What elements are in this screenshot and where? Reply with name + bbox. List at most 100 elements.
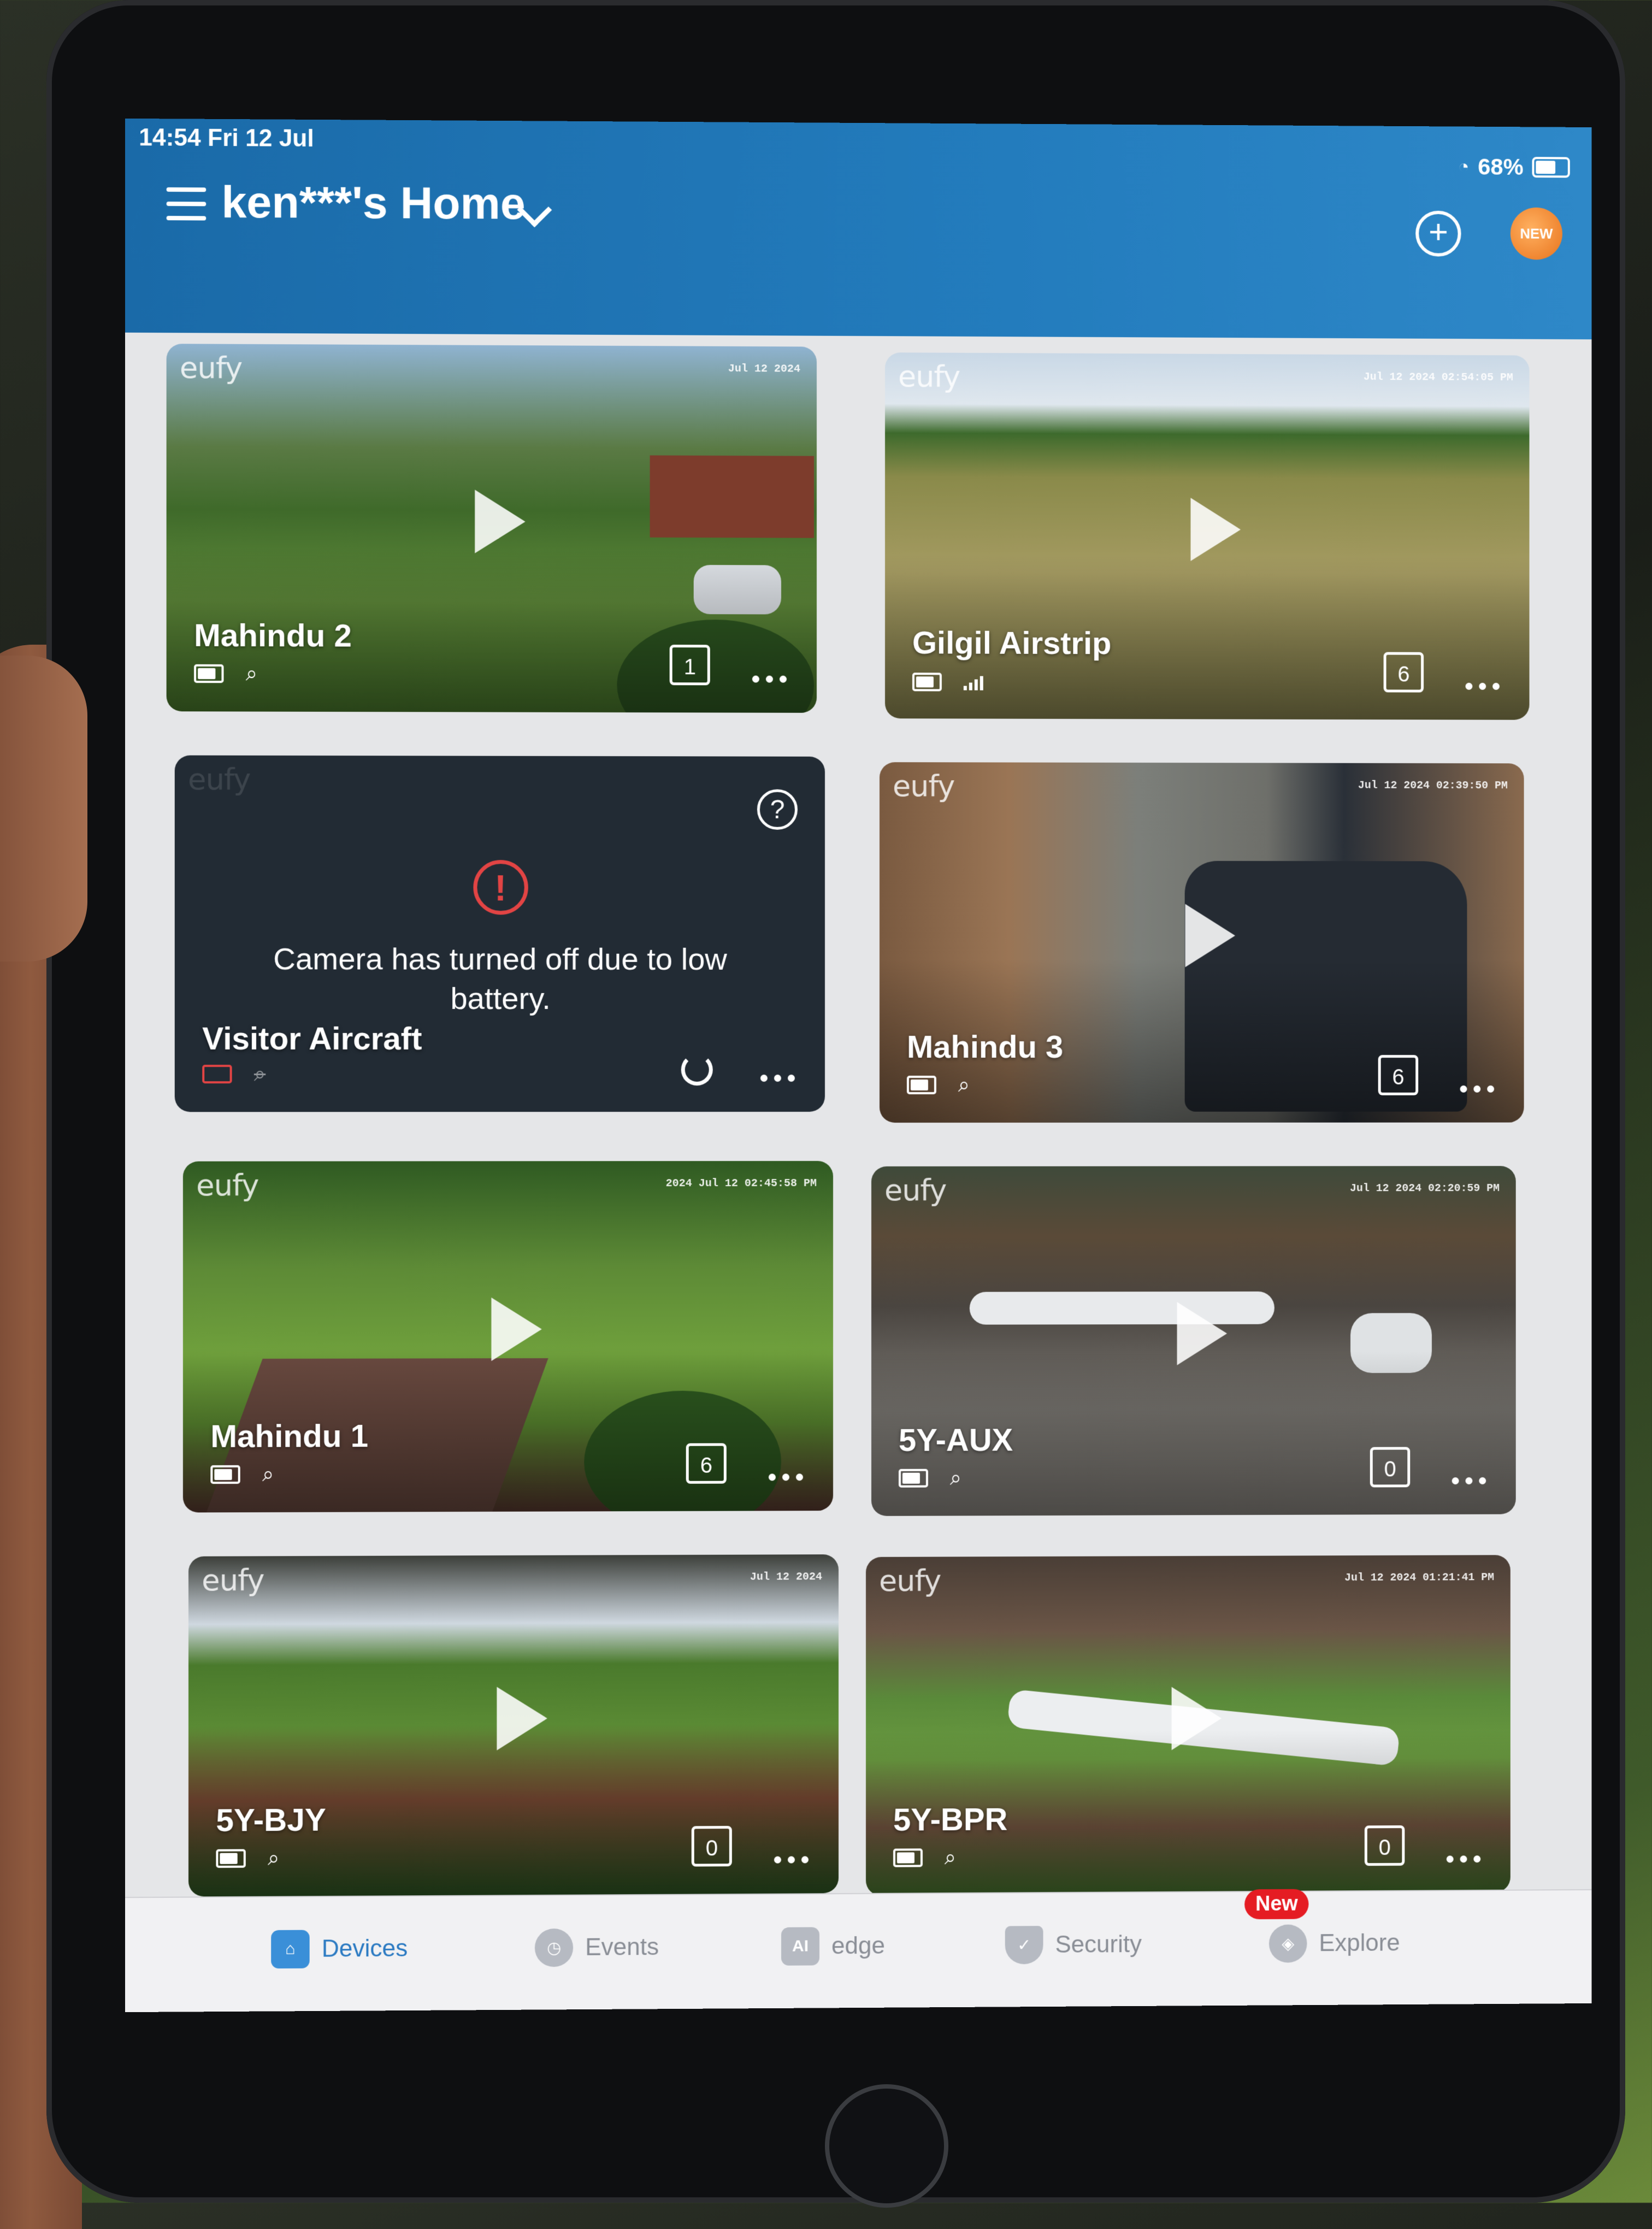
camera-card[interactable]: eufy Jul 12 2024 02:39:50 PM Mahindu 3 ⌕… [879,762,1524,1123]
battery-icon [1532,157,1570,178]
ai-icon: AI [781,1927,819,1966]
alert-icon: ! [473,860,528,915]
wifi-off-icon: ⌕ [253,1062,266,1086]
tab-label: Events [585,1933,659,1961]
eufy-logo: eufy [892,769,955,804]
avatar[interactable]: NEW [1510,207,1562,260]
battery-icon [893,1848,923,1867]
camera-name: 5Y-AUX [898,1422,1013,1458]
thumb [0,656,87,962]
camera-name: 5Y-BJY [216,1802,326,1838]
event-count-badge[interactable]: 6 [1383,652,1424,693]
play-icon[interactable] [491,1298,542,1361]
app-screen: 14:54 Fri 12 Jul ◔ 68% ken***'s Home + N… [125,118,1592,2013]
more-options-button[interactable] [1460,1085,1495,1093]
play-icon[interactable] [1184,904,1235,968]
status-right: ◔ 68% [1458,154,1570,180]
more-options-button[interactable] [1446,1855,1481,1863]
new-badge: New [1244,1889,1309,1920]
home-title[interactable]: ken***'s Home [221,176,525,229]
camera-grid: eufy Jul 12 2024 Mahindu 2 ⌕ 1 eufy Jul … [125,333,1591,1897]
more-options-button[interactable] [774,1856,809,1864]
camera-name: Mahindu 2 [194,617,352,654]
camera-timestamp: Jul 12 2024 01:21:41 PM [1344,1571,1495,1585]
eufy-logo: eufy [898,359,960,394]
eufy-logo: eufy [202,1562,264,1598]
home-button[interactable] [825,2084,948,2208]
more-options-button[interactable] [752,675,787,683]
camera-card[interactable]: eufy Jul 12 2024 Mahindu 2 ⌕ 1 [166,344,817,713]
add-device-button[interactable]: + [1415,210,1461,257]
tab-security[interactable]: ✓ Security [1005,1925,1142,1965]
event-count-badge[interactable]: 6 [1378,1055,1419,1095]
offline-message: Camera has turned off due to low battery… [273,941,727,1016]
battery-icon [912,673,942,692]
event-count-badge[interactable]: 0 [691,1826,732,1867]
camera-name: Gilgil Airstrip [912,625,1112,662]
play-icon[interactable] [1190,497,1241,561]
camera-timestamp: Jul 12 2024 02:20:59 PM [1349,1182,1500,1195]
battery-icon [906,1075,936,1094]
camera-name: Mahindu 3 [906,1029,1064,1065]
battery-icon [210,1465,240,1484]
wifi-icon: ⌕ [949,1466,962,1490]
battery-icon [898,1469,928,1488]
tab-label: edge [831,1932,885,1960]
tab-label: Explore [1319,1929,1400,1957]
refresh-icon[interactable] [681,1053,713,1086]
app-header: 14:54 Fri 12 Jul ◔ 68% ken***'s Home + N… [125,118,1592,340]
camera-card[interactable]: eufy Jul 12 2024 01:21:41 PM 5Y-BPR ⌕ 0 [865,1555,1511,1896]
bottom-tab-bar: ⌂ Devices ◷ Events AI edge ✓ Security ◈ … [125,1889,1592,2013]
battery-icon [216,1849,246,1868]
play-icon[interactable] [1171,1686,1222,1750]
tab-explore[interactable]: ◈ Explore [1268,1924,1400,1963]
wifi-icon: ⌕ [944,1846,957,1870]
camera-name: Mahindu 1 [210,1418,369,1454]
tab-events[interactable]: ◷ Events [534,1928,659,1967]
camera-card[interactable]: eufy Jul 12 2024 02:20:59 PM 5Y-AUX ⌕ 0 [871,1166,1516,1516]
house-icon: ⌂ [271,1930,310,1969]
tab-devices[interactable]: ⌂ Devices [271,1930,408,1969]
camera-card-offline[interactable]: eufy ? ! Camera has turned off due to lo… [174,755,825,1112]
play-icon[interactable] [474,489,526,553]
camera-card[interactable]: eufy 2024 Jul 12 02:45:58 PM Mahindu 1 ⌕… [182,1161,834,1513]
event-count-badge[interactable]: 6 [686,1443,727,1484]
camera-timestamp: Jul 12 2024 02:54:05 PM [1363,371,1513,385]
eufy-logo: eufy [878,1563,941,1598]
battery-low-icon [202,1064,232,1084]
event-count-badge[interactable]: 0 [1364,1825,1405,1866]
event-count-badge[interactable]: 0 [1370,1447,1411,1488]
camera-timestamp: Jul 12 2024 [728,362,800,376]
tab-label: Security [1055,1931,1142,1958]
wifi-status-icon: ◔ [1458,156,1470,177]
cellular-signal-icon [963,674,983,691]
event-count-badge[interactable]: 1 [669,645,710,686]
play-icon[interactable] [1177,1302,1227,1366]
eufy-logo: eufy [196,1167,259,1203]
camera-card[interactable]: eufy Jul 12 2024 02:54:05 PM Gilgil Airs… [884,352,1530,720]
camera-name: Visitor Aircraft [202,1021,422,1057]
clock-icon: ◷ [534,1928,574,1967]
more-options-button[interactable] [760,1075,795,1082]
eufy-logo: eufy [884,1172,947,1207]
help-button[interactable]: ? [757,789,798,830]
wifi-icon: ⌕ [268,1847,280,1870]
more-options-button[interactable] [768,1473,803,1481]
camera-name: 5Y-BPR [893,1801,1008,1838]
menu-icon[interactable] [166,187,206,221]
wifi-icon: ⌕ [245,662,258,686]
more-options-button[interactable] [1452,1477,1486,1485]
more-options-button[interactable] [1465,682,1500,690]
shield-icon: ✓ [1005,1926,1043,1965]
camera-card[interactable]: eufy Jul 12 2024 5Y-BJY ⌕ 0 [188,1554,839,1897]
wifi-icon: ⌕ [262,1463,274,1486]
play-icon[interactable] [496,1686,547,1750]
status-time: 14:54 Fri 12 Jul [139,124,314,152]
battery-percent: 68% [1478,154,1524,180]
compass-icon: ◈ [1268,1924,1307,1963]
camera-timestamp: Jul 12 2024 [750,1571,822,1584]
tab-label: Devices [321,1935,408,1962]
tab-edge[interactable]: AI edge [781,1927,885,1966]
wifi-icon: ⌕ [958,1073,970,1096]
camera-timestamp: Jul 12 2024 02:39:50 PM [1358,779,1508,793]
